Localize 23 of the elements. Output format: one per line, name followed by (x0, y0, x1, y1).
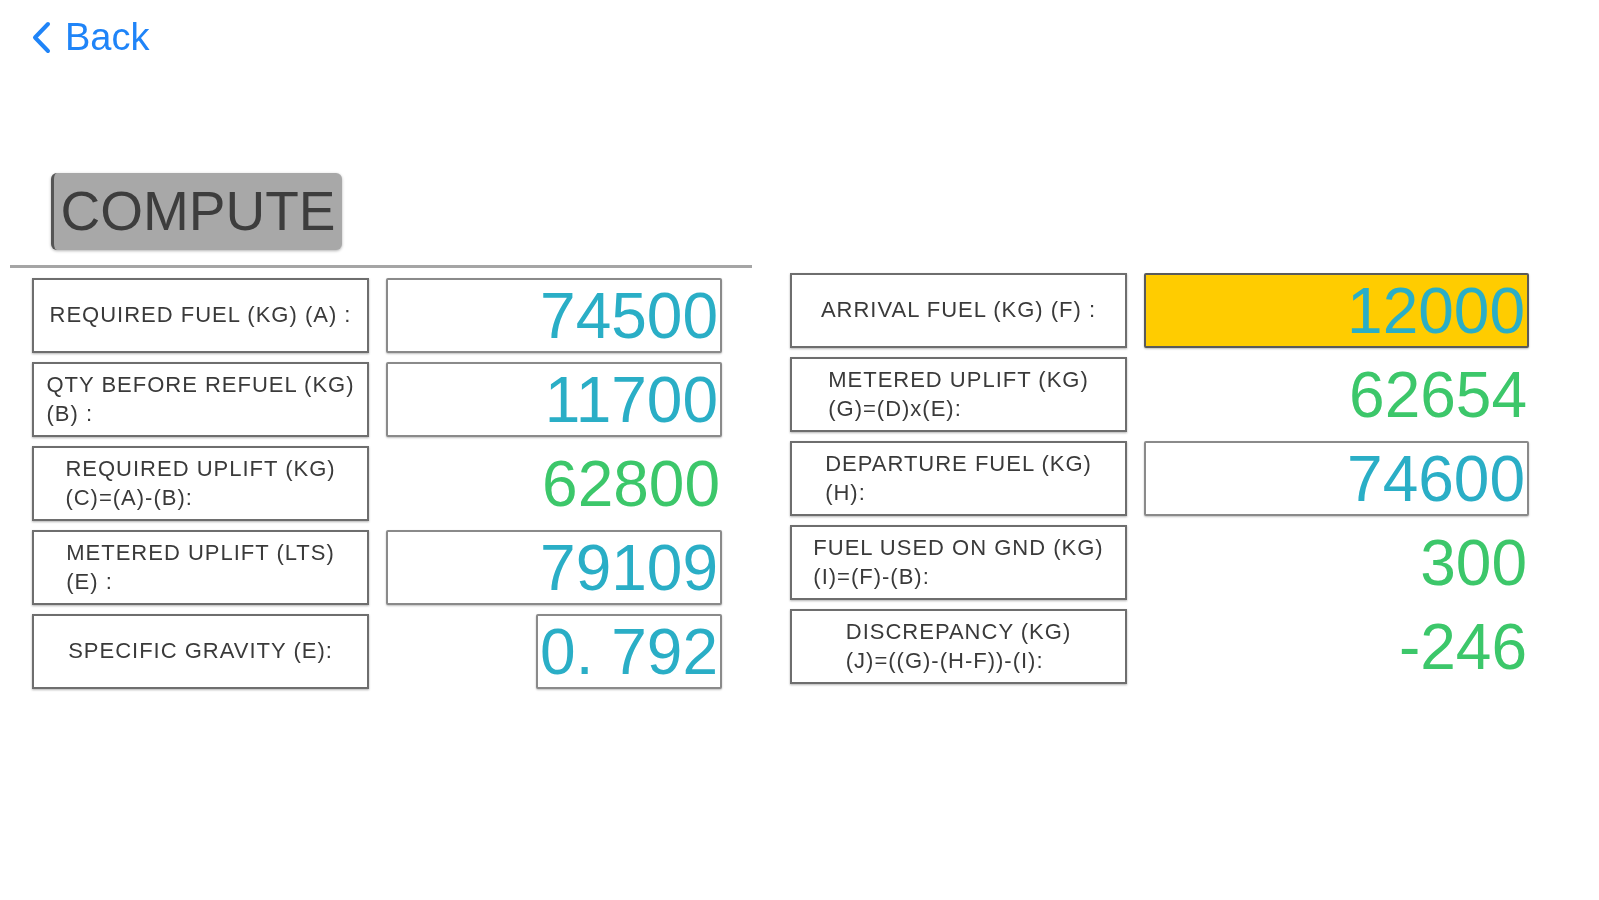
input-field[interactable]: 12000 (1144, 273, 1529, 348)
compute-button[interactable]: COMPUTE (51, 173, 342, 250)
back-button[interactable]: Back (31, 18, 150, 56)
computed-value: 62654 (1349, 357, 1528, 432)
computed-value: 300 (1420, 525, 1528, 600)
input-field[interactable]: 74500 (386, 278, 722, 353)
input-field[interactable]: 74600 (1144, 441, 1529, 516)
field-label: FUEL USED ON GND (KG) (I)=(F)-(B): (790, 525, 1127, 600)
input-field[interactable]: 79109 (386, 530, 722, 605)
field-label: ARRIVAL FUEL (KG) (F) : (790, 273, 1127, 348)
field-label: DEPARTURE FUEL (KG) (H): (790, 441, 1127, 516)
field-label: SPECIFIC GRAVITY (E): (32, 614, 369, 689)
input-field[interactable]: 0. 792 (536, 614, 722, 689)
input-field[interactable]: 11700 (386, 362, 722, 437)
field-label: REQUIRED FUEL (KG) (A) : (32, 278, 369, 353)
field-label: DISCREPANCY (KG) (J)=((G)-(H-F))-(I): (790, 609, 1127, 684)
computed-value: 62800 (542, 446, 721, 521)
chevron-left-icon (31, 20, 51, 54)
field-label: QTY BEFORE REFUEL (KG) (B) : (32, 362, 369, 437)
field-label: REQUIRED UPLIFT (KG) (C)=(A)-(B): (32, 446, 369, 521)
field-label: METERED UPLIFT (KG) (G)=(D)x(E): (790, 357, 1127, 432)
field-label: METERED UPLIFT (LTS) (E) : (32, 530, 369, 605)
computed-value: -246 (1398, 609, 1528, 684)
